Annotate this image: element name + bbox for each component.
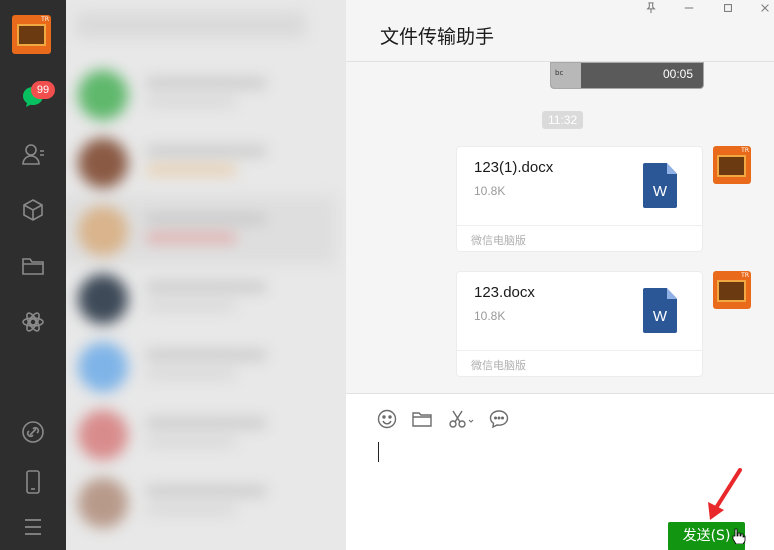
conversation-list-blurred <box>66 0 346 550</box>
annotation-arrow-icon <box>708 468 742 520</box>
chat-history-icon[interactable] <box>488 408 510 430</box>
file-message[interactable]: 123.docx 10.8K W 微信电脑版 <box>456 271 703 377</box>
contacts-icon[interactable] <box>20 141 46 167</box>
video-caption: bc <box>555 69 564 77</box>
close-icon[interactable] <box>756 2 774 16</box>
list-item[interactable] <box>66 400 336 468</box>
video-message[interactable]: bc 00:05 <box>550 62 704 89</box>
folder-icon[interactable] <box>411 408 433 430</box>
word-file-icon: W <box>643 288 677 333</box>
list-item[interactable] <box>66 60 336 128</box>
avatar-tag: TR <box>741 147 749 154</box>
chat-header: 文件传输助手 <box>346 0 774 62</box>
avatar-tag: TR <box>41 16 49 23</box>
message-input-area[interactable]: 发送(S) <box>346 393 774 550</box>
file-message[interactable]: 123(1).docx 10.8K W 微信电脑版 <box>456 146 703 252</box>
word-icon-label: W <box>652 183 668 200</box>
link-icon[interactable] <box>20 419 46 445</box>
hand-cursor-icon <box>732 528 746 544</box>
message-timestamp: 11:32 <box>542 111 584 129</box>
pin-icon[interactable] <box>642 2 660 16</box>
sender-avatar[interactable]: TR <box>713 146 751 184</box>
word-icon-label: W <box>652 308 668 325</box>
word-file-icon: W <box>643 163 677 208</box>
maximize-icon[interactable] <box>719 2 737 16</box>
list-item[interactable] <box>66 468 336 536</box>
sender-avatar[interactable]: TR <box>713 271 751 309</box>
file-name: 123.docx <box>474 284 535 301</box>
file-source: 微信电脑版 <box>471 359 526 372</box>
list-item[interactable] <box>66 332 336 400</box>
avatar-tag: TR <box>741 272 749 279</box>
list-item[interactable] <box>66 196 336 264</box>
chat-title: 文件传输助手 <box>380 26 495 48</box>
file-size: 10.8K <box>474 184 506 198</box>
file-source: 微信电脑版 <box>471 234 526 247</box>
phone-icon[interactable] <box>20 469 46 495</box>
minimize-icon[interactable] <box>680 2 698 16</box>
user-avatar[interactable]: TR <box>12 15 51 54</box>
folder-icon[interactable] <box>20 253 46 279</box>
text-caret <box>378 442 379 462</box>
list-item[interactable] <box>66 128 336 196</box>
scissors-icon[interactable] <box>447 408 477 430</box>
video-duration: 00:05 <box>662 67 693 81</box>
list-item[interactable] <box>66 264 336 332</box>
file-size: 10.8K <box>474 309 506 323</box>
nav-sidebar: TR 99 <box>0 0 66 550</box>
emoji-icon[interactable] <box>376 408 398 430</box>
chat-window: 文件传输助手 bc 00:05 11:32 123(1).docx 10.8K … <box>346 0 774 550</box>
moments-icon[interactable] <box>20 309 46 335</box>
unread-badge: 99 <box>31 81 55 99</box>
box-icon[interactable] <box>20 197 46 223</box>
conversation-list <box>66 0 346 550</box>
file-name: 123(1).docx <box>474 159 554 176</box>
menu-icon[interactable] <box>20 514 46 540</box>
search-bar[interactable] <box>76 12 306 38</box>
